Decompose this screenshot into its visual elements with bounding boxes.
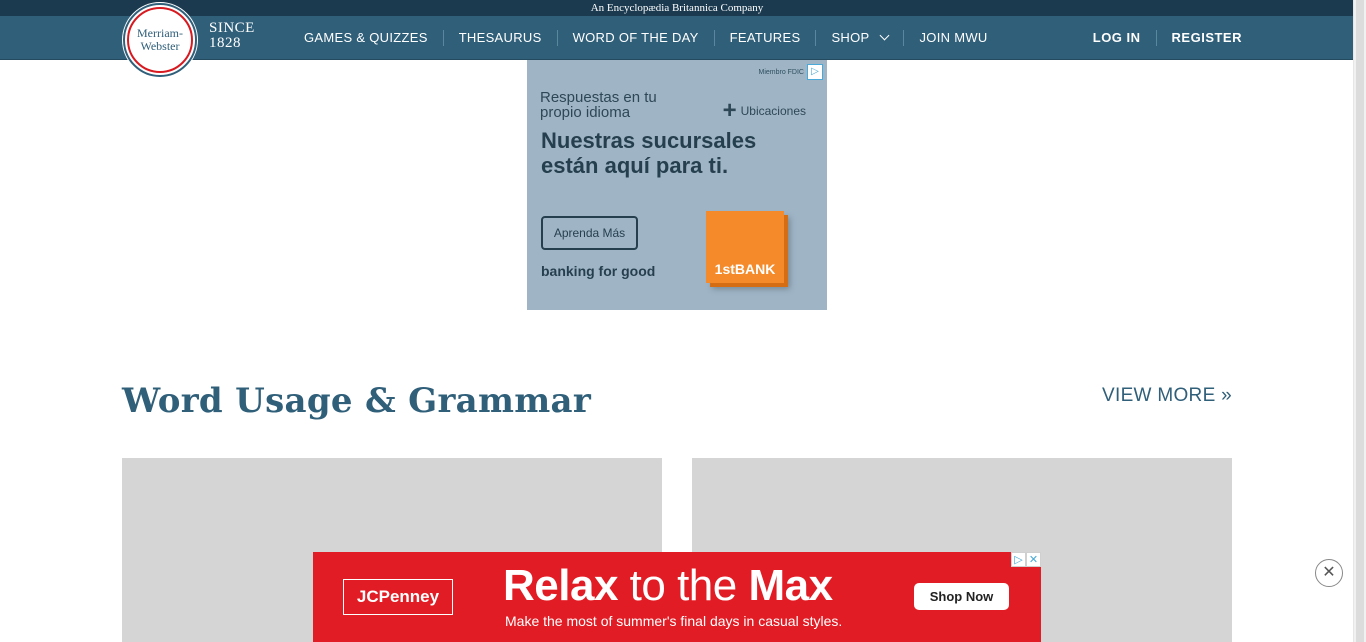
headline-part-1: Relax xyxy=(503,561,618,610)
bank-ad[interactable]: Miembro FDIC ▷ Respuestas en tu propio i… xyxy=(527,60,827,310)
register-link[interactable]: REGISTER xyxy=(1157,30,1242,46)
ad-locations[interactable]: + Ubicaciones xyxy=(722,97,806,124)
headline-part-2: to the xyxy=(617,561,749,610)
since-label: SINCE xyxy=(209,20,255,36)
jcpenney-logo: JCPenney xyxy=(343,579,453,615)
close-ad-button[interactable]: ✕ xyxy=(1315,559,1343,587)
nav-thesaurus[interactable]: THESAURUS xyxy=(444,29,558,46)
ad-locations-label: Ubicaciones xyxy=(740,104,806,118)
ad-learn-more-button[interactable]: Aprenda Más xyxy=(541,216,638,250)
scrollbar-thumb[interactable] xyxy=(1356,0,1364,642)
headline-part-3: Max xyxy=(748,561,833,610)
nav-wotd-label: WORD OF THE DAY xyxy=(572,29,699,45)
adchoices-icon[interactable]: ▷ xyxy=(807,64,823,80)
nav-join-mwu[interactable]: JOIN MWU xyxy=(904,30,1002,46)
nav-features-label: FEATURES xyxy=(729,29,801,45)
view-more-link[interactable]: VIEW MORE » xyxy=(1102,385,1232,407)
auth-links: LOG IN REGISTER xyxy=(1078,16,1242,59)
nav-links: GAMES & QUIZZES THESAURUS WORD OF THE DA… xyxy=(289,16,1003,59)
nav-shop[interactable]: SHOP xyxy=(816,29,905,46)
logo-badge: Merriam- Webster xyxy=(127,7,193,73)
ad-headline: Nuestras sucursales están aquí para ti. xyxy=(541,128,757,178)
bank-logo-cube: 1stBANK xyxy=(706,211,784,283)
ad-corner-controls: ▷ ✕ xyxy=(1011,552,1041,567)
close-icon: ✕ xyxy=(1322,564,1336,581)
ad-tagline: banking for good xyxy=(541,263,656,279)
nav-join-label: JOIN MWU xyxy=(919,29,988,45)
close-icon[interactable]: ✕ xyxy=(1026,552,1041,567)
bank-brand: 1stBANK xyxy=(714,261,776,277)
jcpenney-banner-ad[interactable]: JCPenney Relax to the Max Make the most … xyxy=(313,552,1041,642)
ad-banner-headline: Relax to the Max xyxy=(503,561,833,611)
britannica-text: An Encyclopædia Britannica Company xyxy=(590,2,764,14)
nav-games-label: GAMES & QUIZZES xyxy=(304,29,428,45)
plus-icon: + xyxy=(722,97,737,124)
nav-games-quizzes[interactable]: GAMES & QUIZZES xyxy=(289,29,444,46)
since-text: SINCE 1828 xyxy=(209,21,255,51)
ad-subhead: Respuestas en tu propio idioma xyxy=(540,89,657,121)
login-link[interactable]: LOG IN xyxy=(1078,29,1157,46)
fdic-text: Miembro FDIC xyxy=(758,68,804,76)
logo-line2: Webster xyxy=(140,39,180,53)
britannica-strip: An Encyclopædia Britannica Company xyxy=(0,0,1354,16)
nav-shop-label: SHOP xyxy=(831,29,870,45)
adchoices-icon[interactable]: ▷ xyxy=(1011,552,1026,567)
scrollbar[interactable] xyxy=(1353,0,1366,642)
nav-word-of-the-day[interactable]: WORD OF THE DAY xyxy=(558,29,715,46)
nav-thesaurus-label: THESAURUS xyxy=(458,29,542,45)
fdic-notice: Miembro FDIC ▷ xyxy=(758,64,823,80)
chevron-down-icon xyxy=(880,30,890,41)
ad-banner-subline: Make the most of summer's final days in … xyxy=(505,613,843,629)
nav-features[interactable]: FEATURES xyxy=(715,29,817,46)
merriam-webster-logo[interactable]: Merriam- Webster xyxy=(123,3,197,77)
since-year: 1828 xyxy=(209,35,241,51)
section-title: Word Usage & Grammar xyxy=(122,381,592,421)
shop-now-button[interactable]: Shop Now xyxy=(914,583,1009,610)
